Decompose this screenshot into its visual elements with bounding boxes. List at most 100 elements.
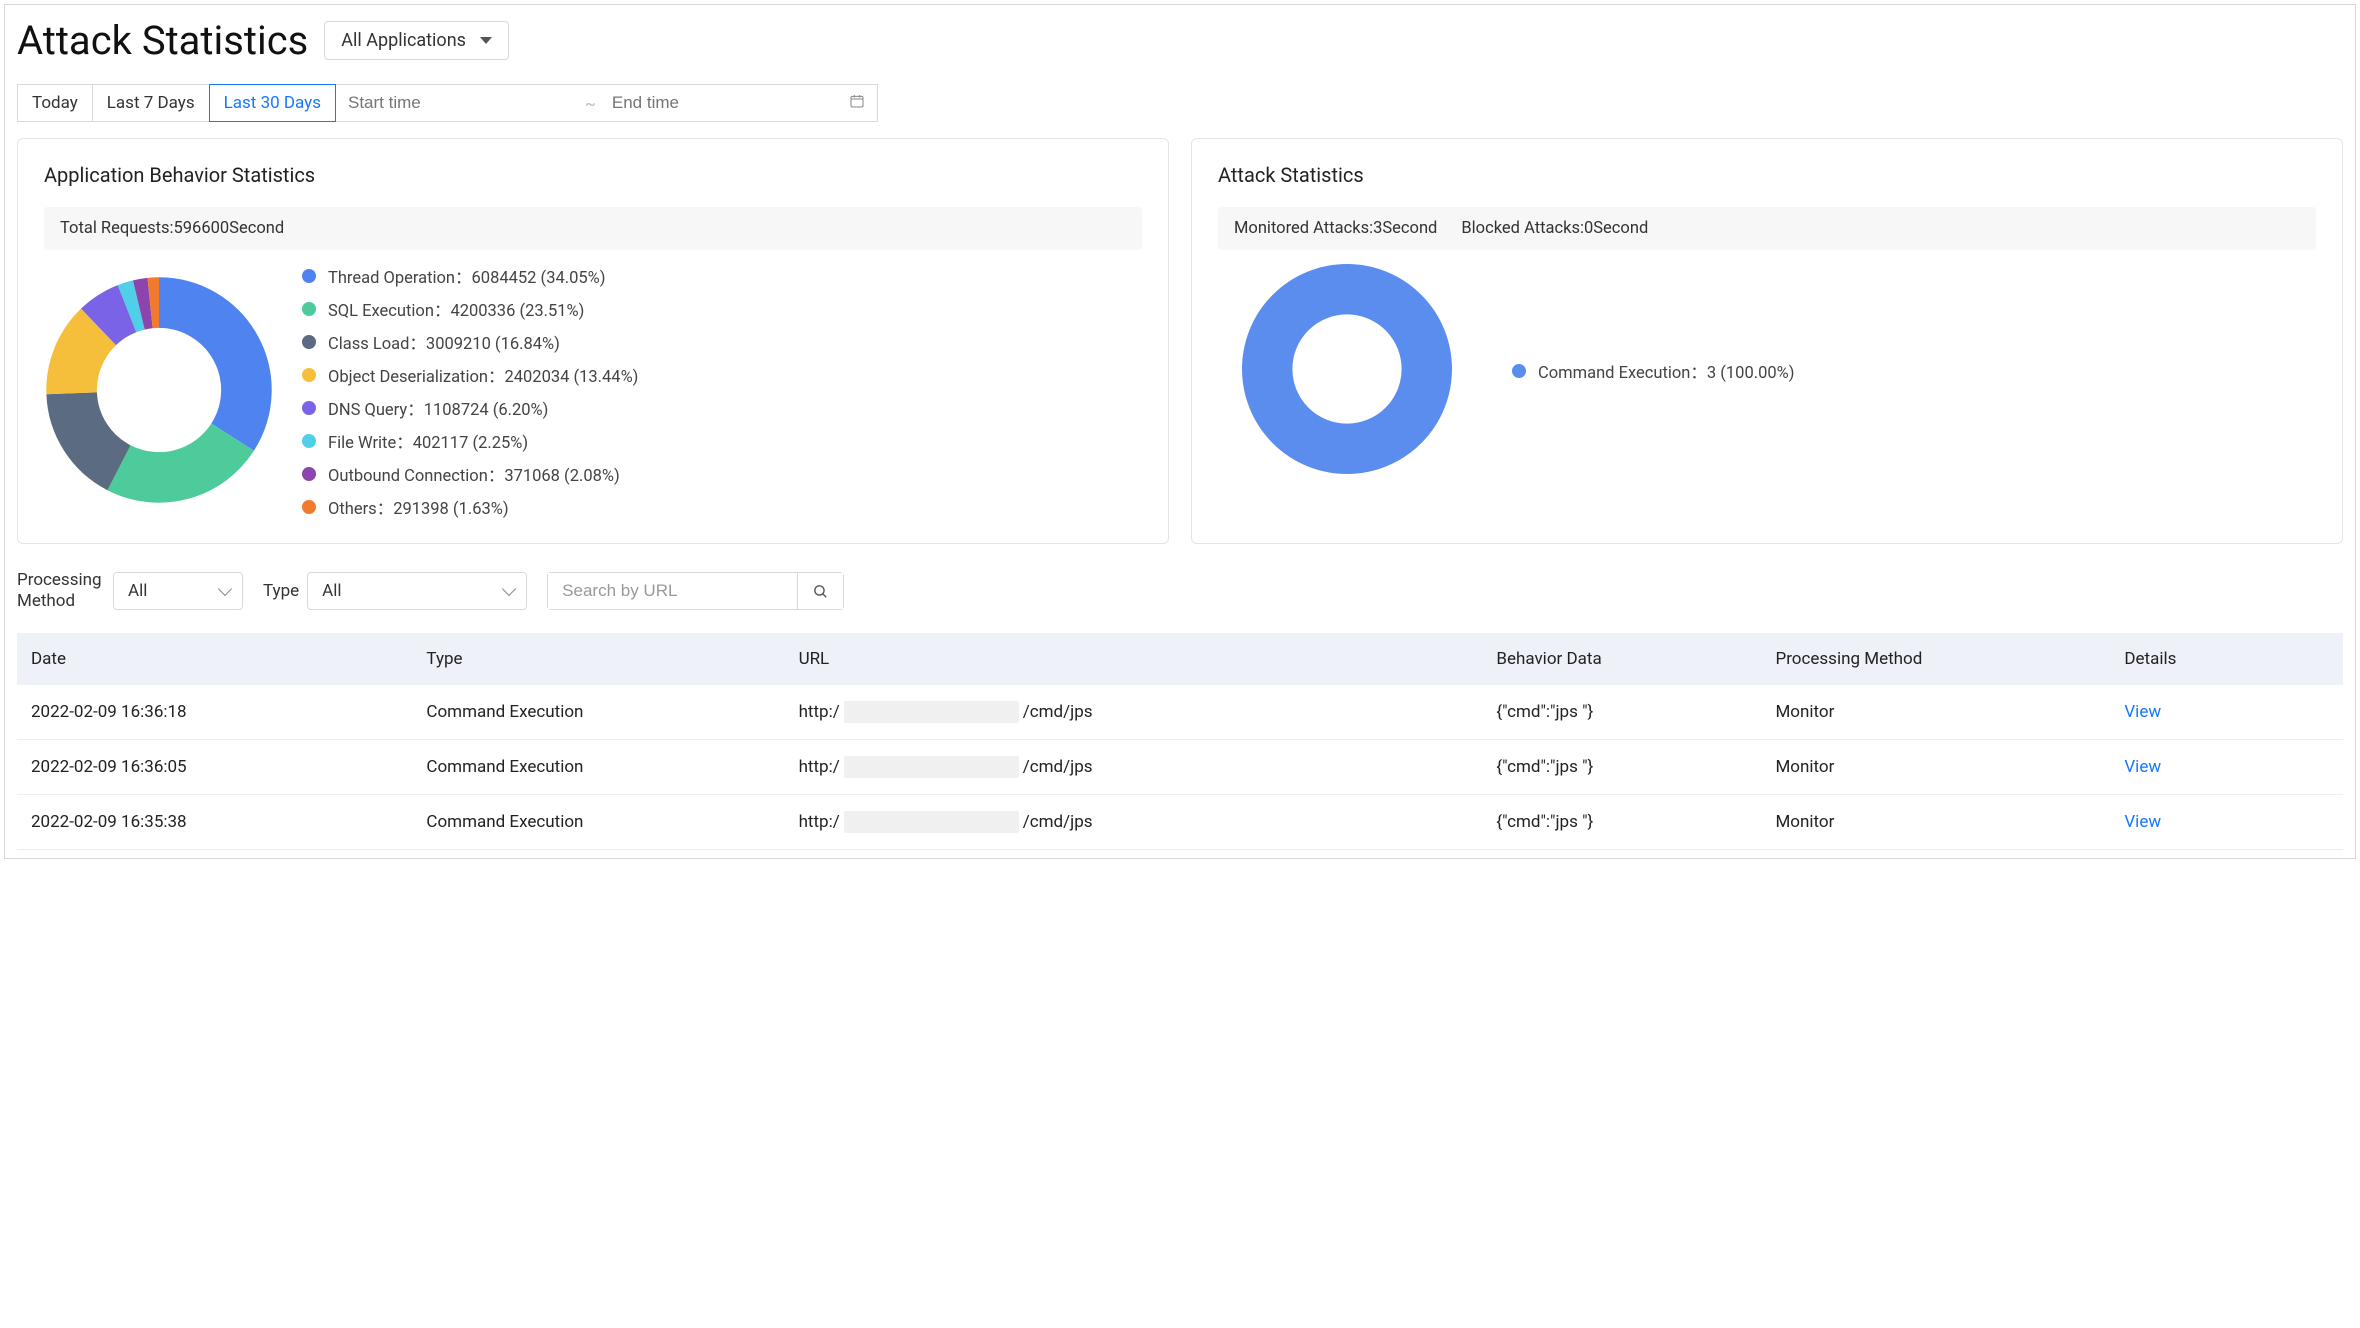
processing-method-label: Processing Method [17, 570, 105, 613]
behavior-card-title: Application Behavior Statistics [44, 163, 1142, 187]
time-tabs: Today Last 7 Days Last 30 Days [17, 84, 336, 122]
search-icon [812, 583, 829, 600]
col-date: Date [17, 633, 412, 685]
cell-behavior: {"cmd":"jps "} [1482, 685, 1761, 740]
time-range-row: Today Last 7 Days Last 30 Days ~ [17, 84, 2343, 122]
view-link[interactable]: View [2124, 812, 2161, 832]
cell-url: http:/ /cmd/jps [785, 739, 1483, 794]
url-prefix: http:/ [799, 757, 840, 777]
legend-item: DNS Query：1108724 (6.20%) [302, 396, 638, 420]
attack-chart-area: Command Execution：3 (100.00%) [1242, 264, 2316, 478]
legend-item: Object Deserialization：2402034 (13.44%) [302, 363, 638, 387]
legend-label: Class Load：3009210 (16.84%) [328, 330, 560, 354]
attack-donut-chart [1242, 264, 1452, 478]
url-search [547, 572, 844, 610]
behavior-summary: Total Requests:596600Second [44, 207, 1142, 250]
processing-method-filter: Processing Method All [17, 570, 243, 613]
type-label: Type [263, 581, 299, 602]
filters-row: Processing Method All Type All [17, 570, 2343, 613]
legend-label: File Write：402117 (2.25%) [328, 429, 528, 453]
url-prefix: http:/ [799, 812, 840, 832]
legend-dot-icon [302, 434, 316, 448]
col-url: URL [785, 633, 1483, 685]
legend-label: SQL Execution：4200336 (23.51%) [328, 297, 584, 321]
calendar-icon [849, 93, 865, 114]
legend-dot-icon [1512, 364, 1526, 378]
cell-details: View [2110, 685, 2343, 740]
type-filter: Type All [263, 572, 527, 610]
cell-date: 2022-02-09 16:35:38 [17, 794, 412, 849]
table-row: 2022-02-09 16:36:05Command Executionhttp… [17, 739, 2343, 794]
chevron-down-icon [218, 582, 232, 596]
cell-method: Monitor [1761, 794, 2110, 849]
processing-method-select[interactable]: All [113, 572, 243, 610]
legend-dot-icon [302, 335, 316, 349]
view-link[interactable]: View [2124, 757, 2161, 777]
cards-row: Application Behavior Statistics Total Re… [17, 138, 2343, 544]
legend-label: Outbound Connection：371068 (2.08%) [328, 462, 620, 486]
legend-item: Class Load：3009210 (16.84%) [302, 330, 638, 354]
range-separator: ~ [585, 94, 596, 113]
col-method: Processing Method [1761, 633, 2110, 685]
type-select[interactable]: All [307, 572, 527, 610]
page-container: Attack Statistics All Applications Today… [4, 4, 2356, 859]
tab-today[interactable]: Today [17, 84, 93, 122]
legend-dot-icon [302, 302, 316, 316]
date-range-picker[interactable]: ~ [335, 84, 878, 122]
legend-dot-icon [302, 467, 316, 481]
page-title: Attack Statistics [17, 17, 308, 64]
attack-legend: Command Execution：3 (100.00%) [1512, 359, 1794, 383]
caret-down-icon [480, 37, 492, 44]
cell-date: 2022-02-09 16:36:18 [17, 685, 412, 740]
table-row: 2022-02-09 16:35:38Command Executionhttp… [17, 794, 2343, 849]
behavior-total-requests: Total Requests:596600Second [60, 219, 284, 238]
start-time-input[interactable] [348, 93, 569, 113]
url-suffix: /cmd/jps [1023, 757, 1093, 777]
legend-item: SQL Execution：4200336 (23.51%) [302, 297, 638, 321]
url-search-input[interactable] [548, 573, 797, 609]
attacks-table: Date Type URL Behavior Data Processing M… [17, 633, 2343, 850]
legend-label: Command Execution：3 (100.00%) [1538, 359, 1794, 383]
legend-label: Object Deserialization：2402034 (13.44%) [328, 363, 638, 387]
legend-dot-icon [302, 500, 316, 514]
legend-dot-icon [302, 368, 316, 382]
table-body: 2022-02-09 16:36:18Command Executionhttp… [17, 685, 2343, 850]
attack-summary: Monitored Attacks:3Second Blocked Attack… [1218, 207, 2316, 250]
cell-type: Command Execution [412, 739, 784, 794]
legend-item: Command Execution：3 (100.00%) [1512, 359, 1794, 383]
redacted-segment [844, 811, 1019, 833]
cell-method: Monitor [1761, 739, 2110, 794]
cell-url: http:/ /cmd/jps [785, 794, 1483, 849]
cell-method: Monitor [1761, 685, 2110, 740]
url-search-button[interactable] [797, 573, 843, 609]
legend-item: Thread Operation：6084452 (34.05%) [302, 264, 638, 288]
processing-method-value: All [128, 581, 147, 601]
url-suffix: /cmd/jps [1023, 812, 1093, 832]
attack-card: Attack Statistics Monitored Attacks:3Sec… [1191, 138, 2343, 544]
legend-item: File Write：402117 (2.25%) [302, 429, 638, 453]
legend-label: DNS Query：1108724 (6.20%) [328, 396, 548, 420]
cell-type: Command Execution [412, 794, 784, 849]
attack-card-title: Attack Statistics [1218, 163, 2316, 187]
legend-item: Outbound Connection：371068 (2.08%) [302, 462, 638, 486]
behavior-chart-area: Thread Operation：6084452 (34.05%) SQL Exe… [44, 264, 1142, 519]
legend-dot-icon [302, 269, 316, 283]
cell-behavior: {"cmd":"jps "} [1482, 739, 1761, 794]
behavior-donut-chart [44, 275, 274, 509]
attack-blocked: Blocked Attacks:0Second [1461, 219, 1648, 238]
legend-dot-icon [302, 401, 316, 415]
url-prefix: http:/ [799, 702, 840, 722]
end-time-input[interactable] [612, 93, 833, 113]
tab-last-30-days[interactable]: Last 30 Days [209, 84, 336, 122]
view-link[interactable]: View [2124, 702, 2161, 722]
cell-behavior: {"cmd":"jps "} [1482, 794, 1761, 849]
behavior-card: Application Behavior Statistics Total Re… [17, 138, 1169, 544]
col-behavior: Behavior Data [1482, 633, 1761, 685]
col-type: Type [412, 633, 784, 685]
tab-last-7-days[interactable]: Last 7 Days [92, 84, 210, 122]
application-select[interactable]: All Applications [324, 21, 509, 60]
legend-label: Thread Operation：6084452 (34.05%) [328, 264, 605, 288]
cell-date: 2022-02-09 16:36:05 [17, 739, 412, 794]
behavior-legend: Thread Operation：6084452 (34.05%) SQL Exe… [302, 264, 638, 519]
table-header: Date Type URL Behavior Data Processing M… [17, 633, 2343, 685]
